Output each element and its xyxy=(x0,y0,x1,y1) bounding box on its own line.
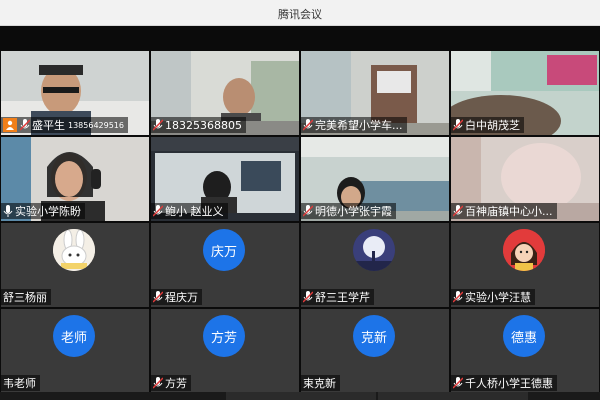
mic-icon xyxy=(3,205,13,217)
participant-label: 程庆万 xyxy=(151,289,202,305)
mic-muted-icon xyxy=(453,377,463,389)
participant-tile-13[interactable]: 老师 韦老师 xyxy=(1,309,149,393)
mic-muted-icon xyxy=(153,205,163,217)
mic-muted-icon xyxy=(453,119,463,131)
participant-phone: 13856429516 xyxy=(68,120,124,130)
participant-label: 韦老师 xyxy=(1,375,40,391)
participant-name: 盛平生 xyxy=(32,119,65,132)
participant-name: 鲍小 赵业义 xyxy=(165,205,224,218)
bottom-toolbar xyxy=(0,392,600,400)
participant-name: 舒三杨丽 xyxy=(3,291,47,304)
participant-label: 明德小学张宇霞 xyxy=(301,203,396,219)
participant-name: 百神庙镇中心小... xyxy=(465,205,553,218)
mic-muted-icon xyxy=(303,119,313,131)
participant-tile-2[interactable]: 18325368805 xyxy=(151,51,299,135)
mic-muted-icon xyxy=(153,119,163,131)
participant-tile-9[interactable]: 舒三杨丽 xyxy=(1,223,149,307)
avatar-initials: 德惠 xyxy=(510,330,537,346)
participant-name: 完美希望小学车... xyxy=(315,119,403,132)
participant-tile-6[interactable]: 鲍小 赵业义 xyxy=(151,137,299,221)
participant-name: 实验小学汪慧 xyxy=(465,291,531,304)
mic-muted-icon xyxy=(453,205,463,217)
participant-avatar: 克新 xyxy=(353,315,395,357)
participant-name: 舒三王学芹 xyxy=(315,291,370,304)
participant-name: 18325368805 xyxy=(165,118,242,132)
mic-muted-icon xyxy=(303,291,313,303)
participant-label: 盛平生 13856429516 xyxy=(1,117,128,133)
participant-label: 完美希望小学车... xyxy=(301,117,407,133)
participant-tile-3[interactable]: 完美希望小学车... xyxy=(301,51,449,135)
participant-tile-1[interactable]: 盛平生 13856429516 xyxy=(1,51,149,135)
host-icon xyxy=(3,118,17,132)
participant-name: 方芳 xyxy=(165,377,187,390)
moon-night-icon xyxy=(353,229,395,271)
participant-name: 程庆万 xyxy=(165,291,198,304)
participant-avatar xyxy=(353,229,395,271)
participant-tile-4[interactable]: 白中胡茂芝 xyxy=(451,51,599,135)
participant-tile-15[interactable]: 克新 束克新 xyxy=(301,309,449,393)
participant-name: 白中胡茂芝 xyxy=(465,119,520,132)
toolbar-segment[interactable] xyxy=(378,392,528,400)
participant-label: 方芳 xyxy=(151,375,191,391)
participant-tile-12[interactable]: 实验小学汪慧 xyxy=(451,223,599,307)
participant-label: 百神庙镇中心小... xyxy=(451,203,557,219)
participant-label: 18325368805 xyxy=(151,117,246,133)
participant-avatar: 庆万 xyxy=(203,229,245,271)
participant-label: 实验小学陈盼 xyxy=(1,203,85,219)
participant-label: 鲍小 赵业义 xyxy=(151,203,228,219)
participant-tile-16[interactable]: 德惠 千人桥小学王德惠 xyxy=(451,309,599,393)
title-bar: 腾讯会议 xyxy=(0,0,600,26)
participant-label: 舒三王学芹 xyxy=(301,289,374,305)
participant-label: 舒三杨丽 xyxy=(1,289,51,305)
avatar-initials: 方芳 xyxy=(210,330,237,346)
participant-label: 白中胡茂芝 xyxy=(451,117,524,133)
participant-tile-8[interactable]: 百神庙镇中心小... xyxy=(451,137,599,221)
mic-muted-icon xyxy=(153,291,163,303)
participant-name: 明德小学张宇霞 xyxy=(315,205,392,218)
mic-muted-icon xyxy=(453,291,463,303)
participant-avatar: 老师 xyxy=(53,315,95,357)
participant-avatar xyxy=(503,229,545,271)
participant-tile-11[interactable]: 舒三王学芹 xyxy=(301,223,449,307)
participant-name: 韦老师 xyxy=(3,377,36,390)
participant-avatar: 德惠 xyxy=(503,315,545,357)
participant-name: 千人桥小学王德惠 xyxy=(465,377,553,390)
top-toolbar-area xyxy=(0,26,600,50)
participant-avatar xyxy=(53,229,95,271)
participant-label: 实验小学汪慧 xyxy=(451,289,535,305)
rabbit-icon xyxy=(53,229,95,271)
participant-name: 实验小学陈盼 xyxy=(15,205,81,218)
participant-avatar: 方芳 xyxy=(203,315,245,357)
participant-name: 束克新 xyxy=(303,377,336,390)
mic-muted-icon xyxy=(20,119,30,131)
window-title: 腾讯会议 xyxy=(278,8,322,21)
avatar-initials: 克新 xyxy=(360,330,387,346)
participant-label: 束克新 xyxy=(301,375,340,391)
avatar-initials: 老师 xyxy=(60,330,87,346)
toolbar-segment[interactable] xyxy=(226,392,376,400)
participant-tile-5[interactable]: 实验小学陈盼 xyxy=(1,137,149,221)
participant-tile-14[interactable]: 方芳 方芳 xyxy=(151,309,299,393)
participant-grid: 盛平生 13856429516 18325368805 完美希望小学车... 白… xyxy=(0,50,600,395)
mic-muted-icon xyxy=(153,377,163,389)
participant-label: 千人桥小学王德惠 xyxy=(451,375,557,391)
cartoon-girl-icon xyxy=(503,229,545,271)
avatar-initials: 庆万 xyxy=(210,244,237,260)
participant-tile-10[interactable]: 庆万 程庆万 xyxy=(151,223,299,307)
participant-tile-7[interactable]: 明德小学张宇霞 xyxy=(301,137,449,221)
mic-muted-icon xyxy=(303,205,313,217)
